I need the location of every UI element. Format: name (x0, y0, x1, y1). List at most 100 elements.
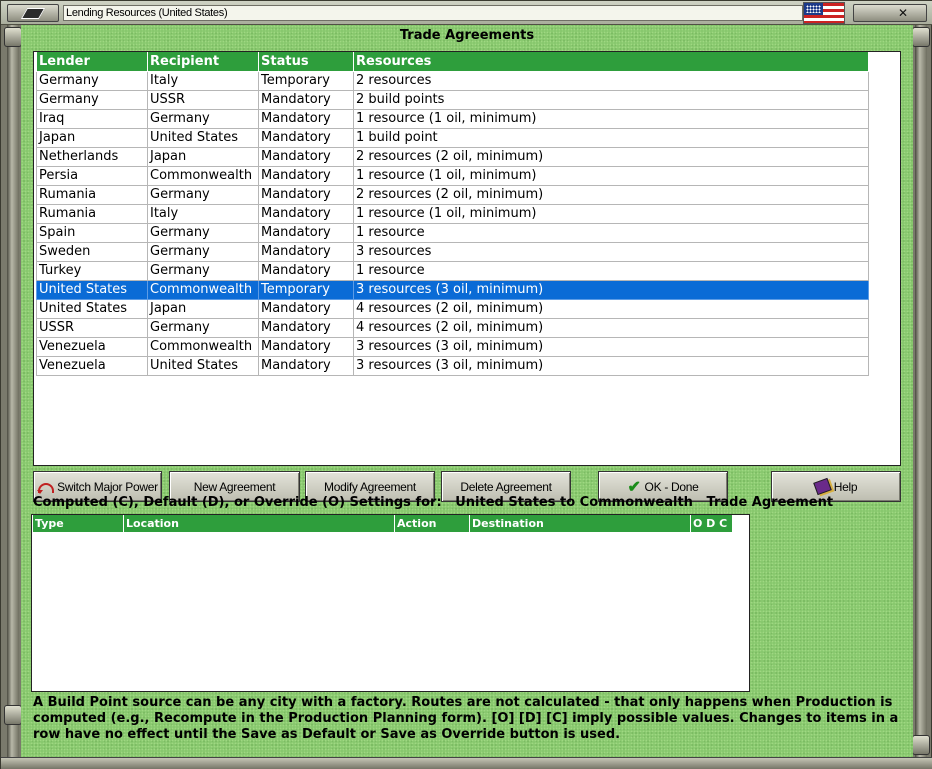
new-agreement-label: New Agreement (193, 479, 276, 494)
lender-cell: Germany (36, 71, 148, 91)
checkmark-icon: ✔ (627, 478, 641, 496)
help-book-icon (812, 477, 832, 496)
column-header-lender[interactable]: Lender (36, 52, 148, 72)
settings-table: Type Location Action Destination O D C (32, 515, 733, 533)
trade-agreements-list[interactable]: Lender Recipient Status Resources German… (33, 51, 901, 466)
table-row[interactable]: Persia Commonwealth Mandatory 1 resource (1… (36, 166, 869, 186)
lender-cell: United States (36, 299, 148, 319)
recipient-cell: Germany (147, 261, 259, 281)
resources-cell: 4 resources (2 oil, minimum) (353, 318, 869, 338)
main-window: Lending Resources (United States) ✕ Trad… (0, 0, 932, 769)
trade-table: Lender Recipient Status Resources German… (36, 52, 869, 376)
close-icon: ✕ (898, 6, 909, 20)
settings-caption: Computed (C), Default (D), or Override (… (33, 495, 833, 510)
column-header-destination[interactable]: Destination (469, 515, 691, 533)
resources-cell: 2 resources (2 oil, minimum) (353, 147, 869, 167)
window-title: Lending Resources (United States) (63, 5, 803, 21)
resources-cell: 2 resources (353, 71, 869, 91)
lender-cell: USSR (36, 318, 148, 338)
close-button[interactable]: ✕ (853, 4, 927, 22)
column-header-location[interactable]: Location (123, 515, 395, 533)
recipient-cell: United States (147, 128, 259, 148)
recipient-cell: Japan (147, 147, 259, 167)
table-row[interactable]: Venezuela United States Mandatory 3 resourc… (36, 356, 869, 376)
recipient-cell: Commonwealth (147, 280, 259, 300)
ok-done-label: OK - Done (644, 479, 699, 494)
resources-cell: 1 resource (1 oil, minimum) (353, 109, 869, 129)
lender-cell: United States (36, 280, 148, 300)
recipient-cell: Germany (147, 223, 259, 243)
lender-cell: Venezuela (36, 356, 148, 376)
resources-cell: 1 build point (353, 128, 869, 148)
table-row[interactable]: Germany Italy Temporary 2 resources (36, 71, 869, 91)
status-cell: Mandatory (258, 147, 354, 167)
status-cell: Mandatory (258, 90, 354, 110)
status-cell: Mandatory (258, 185, 354, 205)
title-bar: Lending Resources (United States) ✕ (1, 1, 932, 25)
lender-cell: Turkey (36, 261, 148, 281)
table-row[interactable]: Venezuela Commonwealth Mandatory 3 resource… (36, 337, 869, 357)
lender-cell: Persia (36, 166, 148, 186)
resources-cell: 3 resources (3 oil, minimum) (353, 280, 869, 300)
table-row[interactable]: United States Commonwealth Temporary 3 reso… (36, 280, 869, 300)
resources-cell: 2 build points (353, 90, 869, 110)
table-row[interactable]: Turkey Germany Mandatory 1 resource (36, 261, 869, 281)
table-row[interactable]: Netherlands Japan Mandatory 2 resources (2 … (36, 147, 869, 167)
table-row[interactable]: Japan United States Mandatory 1 build point (36, 128, 869, 148)
left-frame-rail (4, 25, 22, 761)
settings-list[interactable]: Type Location Action Destination O D C (31, 514, 750, 692)
resources-cell: 1 resource (1 oil, minimum) (353, 204, 869, 224)
recipient-cell: Germany (147, 318, 259, 338)
lender-cell: Japan (36, 128, 148, 148)
recipient-cell: Germany (147, 242, 259, 262)
system-menu-button[interactable] (7, 4, 59, 22)
status-cell: Mandatory (258, 166, 354, 186)
settings-subject: United States to Commonwealth (455, 495, 693, 510)
recipient-cell: USSR (147, 90, 259, 110)
table-row[interactable]: Rumania Italy Mandatory 1 resource (1 oil, … (36, 204, 869, 224)
lender-cell: Germany (36, 90, 148, 110)
table-row[interactable]: Iraq Germany Mandatory 1 resource (1 oil, m… (36, 109, 869, 129)
recipient-cell: Germany (147, 109, 259, 129)
resources-cell: 4 resources (2 oil, minimum) (353, 299, 869, 319)
settings-suffix: Trade Agreement (706, 495, 834, 510)
resources-cell: 1 resource (353, 223, 869, 243)
lender-cell: Spain (36, 223, 148, 243)
frame-knob (4, 27, 22, 47)
settings-caption-label: Computed (C), Default (D), or Override (… (33, 495, 442, 510)
lender-cell: Rumania (36, 204, 148, 224)
switch-icon (37, 481, 55, 494)
help-label: Help (833, 479, 858, 494)
column-header-action[interactable]: Action (394, 515, 470, 533)
status-cell: Mandatory (258, 337, 354, 357)
column-header-recipient[interactable]: Recipient (147, 52, 259, 72)
lender-cell: Venezuela (36, 337, 148, 357)
column-header-odc[interactable]: O D C (690, 515, 733, 533)
settings-header-row: Type Location Action Destination O D C (32, 515, 733, 533)
window-bottom-frame (1, 757, 932, 769)
column-header-resources[interactable]: Resources (353, 52, 869, 72)
lender-cell: Netherlands (36, 147, 148, 167)
resources-cell: 1 resource (1 oil, minimum) (353, 166, 869, 186)
resources-cell: 3 resources (3 oil, minimum) (353, 337, 869, 357)
column-header-type[interactable]: Type (32, 515, 124, 533)
content-panel: Trade Agreements Lender Recipient Status… (21, 25, 913, 757)
table-row[interactable]: Germany USSR Mandatory 2 build points (36, 90, 869, 110)
window-menu-icon (20, 8, 46, 19)
status-cell: Mandatory (258, 109, 354, 129)
table-row[interactable]: Sweden Germany Mandatory 3 resources (36, 242, 869, 262)
table-row[interactable]: Rumania Germany Mandatory 2 resources (2 oi… (36, 185, 869, 205)
recipient-cell: Italy (147, 71, 259, 91)
status-cell: Temporary (258, 71, 354, 91)
recipient-cell: Commonwealth (147, 166, 259, 186)
page-title: Trade Agreements (399, 28, 535, 43)
recipient-cell: Italy (147, 204, 259, 224)
table-row[interactable]: Spain Germany Mandatory 1 resource (36, 223, 869, 243)
switch-major-power-label: Switch Major Power (57, 479, 158, 494)
table-row[interactable]: USSR Germany Mandatory 4 resources (2 oil, … (36, 318, 869, 338)
column-header-status[interactable]: Status (258, 52, 354, 72)
frame-knob (912, 735, 930, 755)
lender-cell: Rumania (36, 185, 148, 205)
recipient-cell: Germany (147, 185, 259, 205)
table-row[interactable]: United States Japan Mandatory 4 resources (… (36, 299, 869, 319)
